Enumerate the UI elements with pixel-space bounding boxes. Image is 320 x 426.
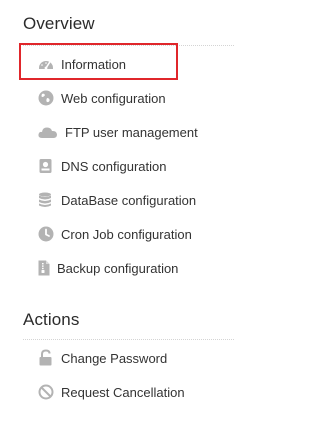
sidebar-item-label: Information — [61, 56, 127, 72]
unlock-icon — [37, 349, 55, 367]
sidebar-item-ftp-user-management[interactable]: FTP user management — [37, 121, 198, 143]
dashboard-icon — [37, 55, 55, 73]
sidebar-item-label: Backup configuration — [57, 260, 179, 276]
sidebar-item-information[interactable]: Information — [37, 53, 126, 75]
globe-icon — [37, 89, 55, 107]
action-request-cancellation[interactable]: Request Cancellation — [37, 381, 185, 403]
sidebar-item-label: DataBase configuration — [61, 192, 197, 208]
sidebar-item-label: Cron Job configuration — [61, 226, 192, 242]
sidebar-item-cron-job-configuration[interactable]: Cron Job configuration — [37, 223, 192, 245]
sidebar-item-label: DNS configuration — [61, 158, 167, 174]
sidebar-item-database-configuration[interactable]: DataBase configuration — [37, 189, 196, 211]
sidebar-item-web-configuration[interactable]: Web configuration — [37, 87, 166, 109]
action-change-password[interactable]: Change Password — [37, 347, 167, 369]
sidebar-item-dns-configuration[interactable]: DNS configuration — [37, 155, 167, 177]
dns-icon — [37, 157, 55, 175]
ban-icon — [37, 383, 55, 401]
file-archive-icon — [37, 259, 51, 277]
database-icon — [37, 191, 55, 209]
action-label: Request Cancellation — [61, 384, 185, 400]
overview-heading: Overview — [23, 14, 95, 33]
actions-divider — [23, 339, 234, 340]
actions-heading: Actions — [23, 310, 80, 329]
sidebar-item-label: Web configuration — [61, 90, 166, 106]
clock-icon — [37, 225, 55, 243]
action-label: Change Password — [61, 350, 168, 366]
cloud-icon — [37, 123, 59, 141]
sidebar-item-backup-configuration[interactable]: Backup configuration — [37, 257, 178, 279]
sidebar-item-label: FTP user management — [65, 124, 198, 140]
